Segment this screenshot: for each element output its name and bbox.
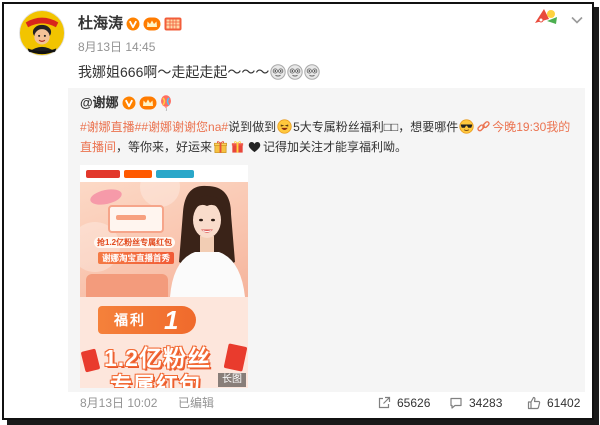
screen-bar xyxy=(116,215,146,220)
comment-count: 34283 xyxy=(469,396,503,410)
host-photo xyxy=(170,185,245,297)
sponsor-logo-strip xyxy=(80,165,248,182)
author-name[interactable]: 杜海涛 xyxy=(78,15,123,33)
grin-emoji xyxy=(277,119,292,134)
hero-headline: 抢1.2亿粉丝专属红包 xyxy=(94,237,176,248)
hashtag-link[interactable]: #谢娜直播# xyxy=(80,120,141,134)
star-eyes-emoji xyxy=(270,64,287,80)
author-avatar[interactable] xyxy=(19,10,65,56)
red-envelope-graphic xyxy=(80,348,101,373)
weibo-post-card: 杜海涛 8月13日 14:45 我娜姐666啊～走起走起～～～ @谢娜 #谢娜直… xyxy=(2,2,594,420)
repost-text-segment: 说到做到 xyxy=(228,120,277,134)
long-image-badge: 长图 xyxy=(218,373,246,387)
red-gift-emoji xyxy=(230,139,245,154)
ribbon-label: 福利 xyxy=(114,312,146,328)
like-icon xyxy=(527,396,541,410)
author-row: 杜海涛 xyxy=(78,15,182,33)
chevron-down-icon[interactable] xyxy=(571,16,583,24)
post-text: 我娜姐666啊～走起走起～～～ xyxy=(78,63,321,81)
ribbon-number: 1 xyxy=(164,305,179,335)
card-decoration-icon xyxy=(532,5,560,27)
star-eyes-emoji xyxy=(304,64,321,80)
red-envelope-graphic xyxy=(223,343,248,372)
avatar-image xyxy=(19,10,65,56)
repost-text-line-1: #谢娜直播##谢娜谢谢您na#说到做到 5大专属粉丝福利□□，想要哪件 今晚19:3… xyxy=(80,117,570,137)
repost-author-row: @谢娜 xyxy=(80,94,172,112)
live-screen-graphic xyxy=(108,205,164,233)
verified-v-icon[interactable] xyxy=(126,17,140,31)
repost-text-segment: 记得加关注才能享福利呦。 xyxy=(263,140,408,154)
comment-button[interactable]: 34283 xyxy=(449,395,502,411)
share-count: 65626 xyxy=(397,396,431,410)
post-text-content: 我娜姐666啊～走起走起～～～ xyxy=(78,64,270,80)
share-button[interactable]: 65626 xyxy=(377,395,430,411)
star-eyes-emoji xyxy=(287,64,304,80)
like-button[interactable]: 61402 xyxy=(527,395,580,411)
balloon-icon[interactable] xyxy=(160,95,172,111)
repost-text-line-2: 直播间，等你来，好运来 记得加关注才能享福利呦。 xyxy=(80,137,407,157)
promo-big-text: 1.2亿粉丝 xyxy=(104,345,211,371)
sunglasses-emoji xyxy=(459,119,474,134)
sponsor-logo xyxy=(156,170,194,178)
edited-label[interactable]: 已编辑 xyxy=(178,396,214,410)
live-link[interactable]: 直播间 xyxy=(80,140,116,154)
promo-big-text: 专属红包 xyxy=(110,373,203,388)
repost-text-segment: 5大专属粉丝福利□□，想要哪件 xyxy=(293,120,459,134)
sponsor-logo xyxy=(86,170,120,178)
like-count: 61402 xyxy=(547,396,581,410)
reposted-post[interactable]: @谢娜 #谢娜直播##谢娜谢谢您na#说到做到 5大专属粉丝福利□□，想要哪件 今晚… xyxy=(68,88,585,392)
post-timestamp[interactable]: 8月13日 14:45 xyxy=(78,40,155,54)
repost-author-link[interactable]: @谢娜 xyxy=(80,95,119,111)
vip-crown-icon[interactable] xyxy=(139,96,157,110)
repost-timestamp[interactable]: 8月13日 10:02 xyxy=(80,396,157,410)
share-icon xyxy=(377,396,391,410)
post-long-image[interactable]: 抢1.2亿粉丝专属红包 谢娜淘宝直播首秀 福利 1 1.2亿粉丝 专属红包 长图 xyxy=(80,165,248,388)
stage-counter xyxy=(86,274,168,297)
link-icon[interactable] xyxy=(476,119,491,134)
sponsor-logo xyxy=(124,170,152,178)
verified-v-icon[interactable] xyxy=(122,96,136,110)
event-badge-icon[interactable] xyxy=(164,17,182,31)
hashtag-link[interactable]: #谢娜谢谢您na# xyxy=(141,120,228,134)
welfare-ribbon: 福利 1 xyxy=(98,306,196,334)
comment-icon xyxy=(449,396,463,410)
repost-text-segment: ，等你来，好运来 xyxy=(116,140,213,154)
live-link[interactable]: 今晚19:30我的 xyxy=(492,120,570,134)
hero-subheadline: 谢娜淘宝直播首秀 xyxy=(98,252,175,264)
gift-box-emoji xyxy=(213,139,228,154)
hero-banner: 抢1.2亿粉丝专属红包 谢娜淘宝直播首秀 xyxy=(80,182,248,297)
vip-crown-icon[interactable] xyxy=(143,17,161,31)
black-heart-emoji xyxy=(247,139,262,154)
